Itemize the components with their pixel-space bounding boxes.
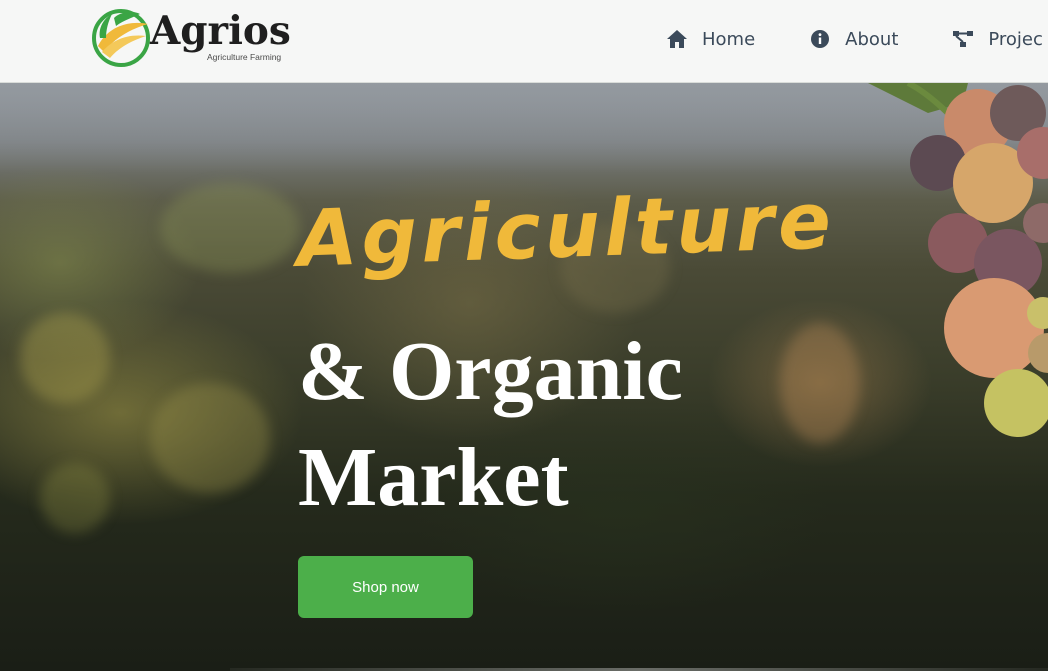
shop-now-button[interactable]: Shop now [298, 556, 473, 618]
hero-title: & Organic Market [298, 319, 683, 531]
leaf-logo-icon [92, 9, 150, 67]
nav-item-projects[interactable]: Projec [952, 28, 1043, 50]
bokeh-light [160, 183, 300, 273]
brand-tagline: Agriculture Farming [207, 52, 282, 62]
hero-title-line: & Organic [298, 325, 683, 418]
brand-name: Agrios [150, 8, 291, 54]
hero-title-line: Market [298, 431, 569, 524]
brand-logo[interactable]: Agrios Agriculture Farming [90, 6, 291, 68]
nav-item-label: Home [702, 28, 756, 50]
info-icon [809, 28, 831, 50]
site-header: Agrios Agriculture Farming Home About Pr… [0, 0, 1048, 83]
home-icon [666, 28, 688, 50]
hero-section: Agriculture & Organic Market Shop now [0, 83, 1048, 671]
bokeh-light [780, 323, 860, 443]
projects-icon [952, 28, 974, 50]
bokeh-light [40, 463, 110, 533]
nav-item-label: Projec [988, 28, 1043, 50]
nav-item-label: About [845, 28, 899, 50]
nav-item-home[interactable]: Home [666, 28, 755, 50]
page: Agrios Agriculture Farming Home About Pr… [0, 0, 1048, 671]
hero-script-heading: Agriculture [295, 176, 837, 285]
nav-item-about[interactable]: About [809, 28, 898, 50]
bokeh-light [20, 313, 110, 403]
grapes-image [868, 83, 1048, 437]
bokeh-light [150, 383, 270, 493]
main-nav: Home About Projec [666, 0, 1043, 78]
